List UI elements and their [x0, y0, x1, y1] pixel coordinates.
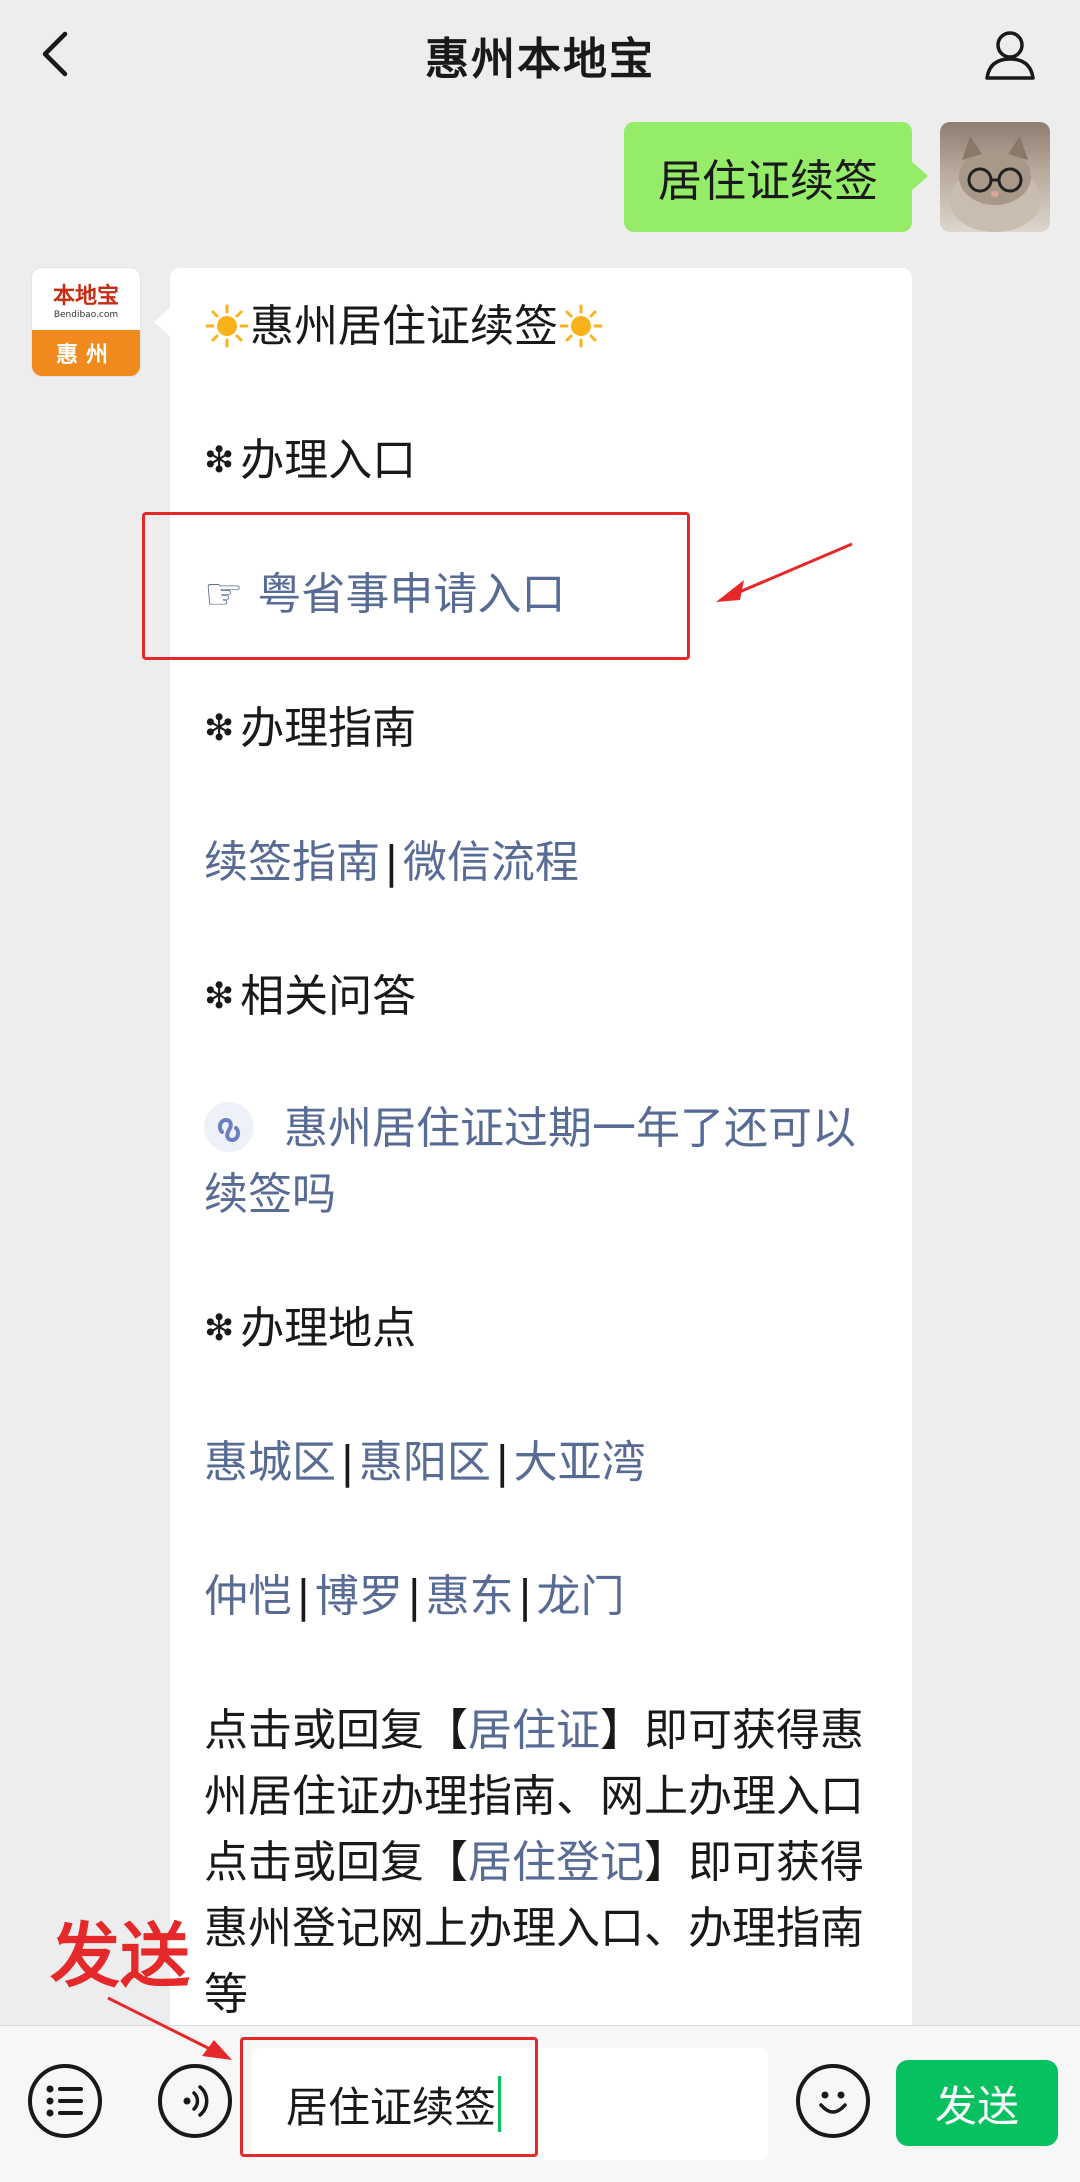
chat-title: 惠州本地宝 [425, 34, 655, 85]
bot-avatar[interactable]: 本地宝 Bendibao.com 惠州 [32, 268, 140, 376]
separator: | [296, 1571, 311, 1622]
places-row: 惠城区|惠阳区|大亚湾 [204, 1430, 646, 1496]
sun-icon [559, 304, 603, 348]
section-heading-text: 相关问答 [240, 971, 417, 1022]
qa-link-line1[interactable]: 惠州居住证过期一年了还可以 [204, 1096, 856, 1162]
places-row: 仲恺|博罗|惠东|龙门 [204, 1564, 624, 1630]
user-avatar[interactable] [940, 122, 1050, 232]
separator: | [517, 1571, 533, 1622]
outgoing-message-bubble[interactable]: 居住证续签 [624, 122, 928, 232]
annotation-arrow [716, 542, 853, 602]
asterisk-icon: ❇ [204, 1308, 235, 1349]
qa-link-text[interactable]: 惠州居住证过期一年了还可以 [284, 1103, 856, 1154]
keyword-link[interactable]: 居住证 [468, 1705, 600, 1756]
asterisk-icon: ❇ [204, 976, 235, 1017]
section-heading-text: 办理入口 [240, 435, 417, 486]
message-title: 惠州居住证续签 [250, 301, 558, 352]
bot-avatar-city: 惠州 [32, 330, 140, 376]
annotation-send-label: 发送 [50, 1914, 190, 1997]
place-link[interactable]: 龙门 [536, 1571, 624, 1622]
paragraph-line: 点击或回复【居住证】即可获得惠 [204, 1698, 864, 1764]
place-link[interactable]: 大亚湾 [514, 1437, 646, 1488]
place-link[interactable]: 仲恺 [204, 1571, 292, 1622]
place-link[interactable]: 惠东 [426, 1571, 514, 1622]
chevron-left-icon[interactable] [30, 24, 78, 84]
voice-icon[interactable] [158, 2064, 232, 2138]
paragraph-text: 】即可获得惠 [600, 1705, 864, 1756]
bot-avatar-site: Bendibao.com [53, 310, 119, 320]
bot-avatar-brand: 本地宝 [52, 283, 119, 309]
sun-icon [205, 304, 249, 348]
separator: | [384, 837, 399, 888]
annotation-arrow [107, 1996, 232, 2060]
place-link[interactable]: 惠城区 [204, 1437, 336, 1488]
bot-avatar-logo: 本地宝 Bendibao.com [32, 268, 140, 330]
keyword-link[interactable]: 居住登记 [468, 1837, 644, 1888]
guide-link[interactable]: 微信流程 [403, 837, 579, 888]
paragraph-line: 惠州登记网上办理入口、办理指南 [204, 1903, 864, 1954]
separator: | [494, 1437, 510, 1488]
place-link[interactable]: 惠阳区 [359, 1437, 491, 1488]
paragraph-line: 州居住证办理指南、网上办理入口 [204, 1771, 864, 1822]
separator: | [340, 1437, 355, 1488]
paragraph-line: 点击或回复【居住登记】即可获得 [204, 1830, 864, 1896]
person-icon[interactable] [980, 24, 1040, 84]
section-heading-text: 办理地点 [240, 1303, 417, 1354]
send-button[interactable]: 发送 [896, 2060, 1058, 2146]
annotation-input-highlight-box [240, 2037, 538, 2157]
outgoing-message-text: 居住证续签 [658, 156, 878, 207]
guide-links-row: 续签指南|微信流程 [204, 830, 579, 896]
section-heading: ❇ 相关问答 [204, 964, 416, 1030]
asterisk-icon: ❇ [204, 708, 235, 749]
chat-header: 惠州本地宝 [0, 0, 1080, 110]
asterisk-icon: ❇ [204, 440, 235, 481]
annotation-highlight-box [142, 512, 690, 660]
message-title-line: 惠州居住证续签 [204, 294, 604, 360]
emoji-icon[interactable] [796, 2064, 870, 2138]
place-link[interactable]: 博罗 [315, 1571, 403, 1622]
paragraph-text: 点击或回复【 [204, 1837, 468, 1888]
section-heading: ❇ 办理指南 [204, 696, 416, 762]
section-heading: ❇ 办理地点 [204, 1296, 416, 1362]
menu-list-icon[interactable] [28, 2064, 102, 2138]
outgoing-message-row: 居住证续签 [624, 122, 1050, 232]
separator: | [406, 1571, 422, 1622]
guide-link[interactable]: 续签指南 [204, 837, 380, 888]
paragraph-text: 】即可获得 [644, 1837, 864, 1888]
qa-link-line2[interactable]: 续签吗 [204, 1162, 336, 1228]
mini-program-icon [204, 1102, 254, 1152]
section-heading-text: 办理指南 [240, 703, 417, 754]
section-heading: ❇ 办理入口 [204, 428, 416, 494]
paragraph-text: 点击或回复【 [204, 1705, 468, 1756]
